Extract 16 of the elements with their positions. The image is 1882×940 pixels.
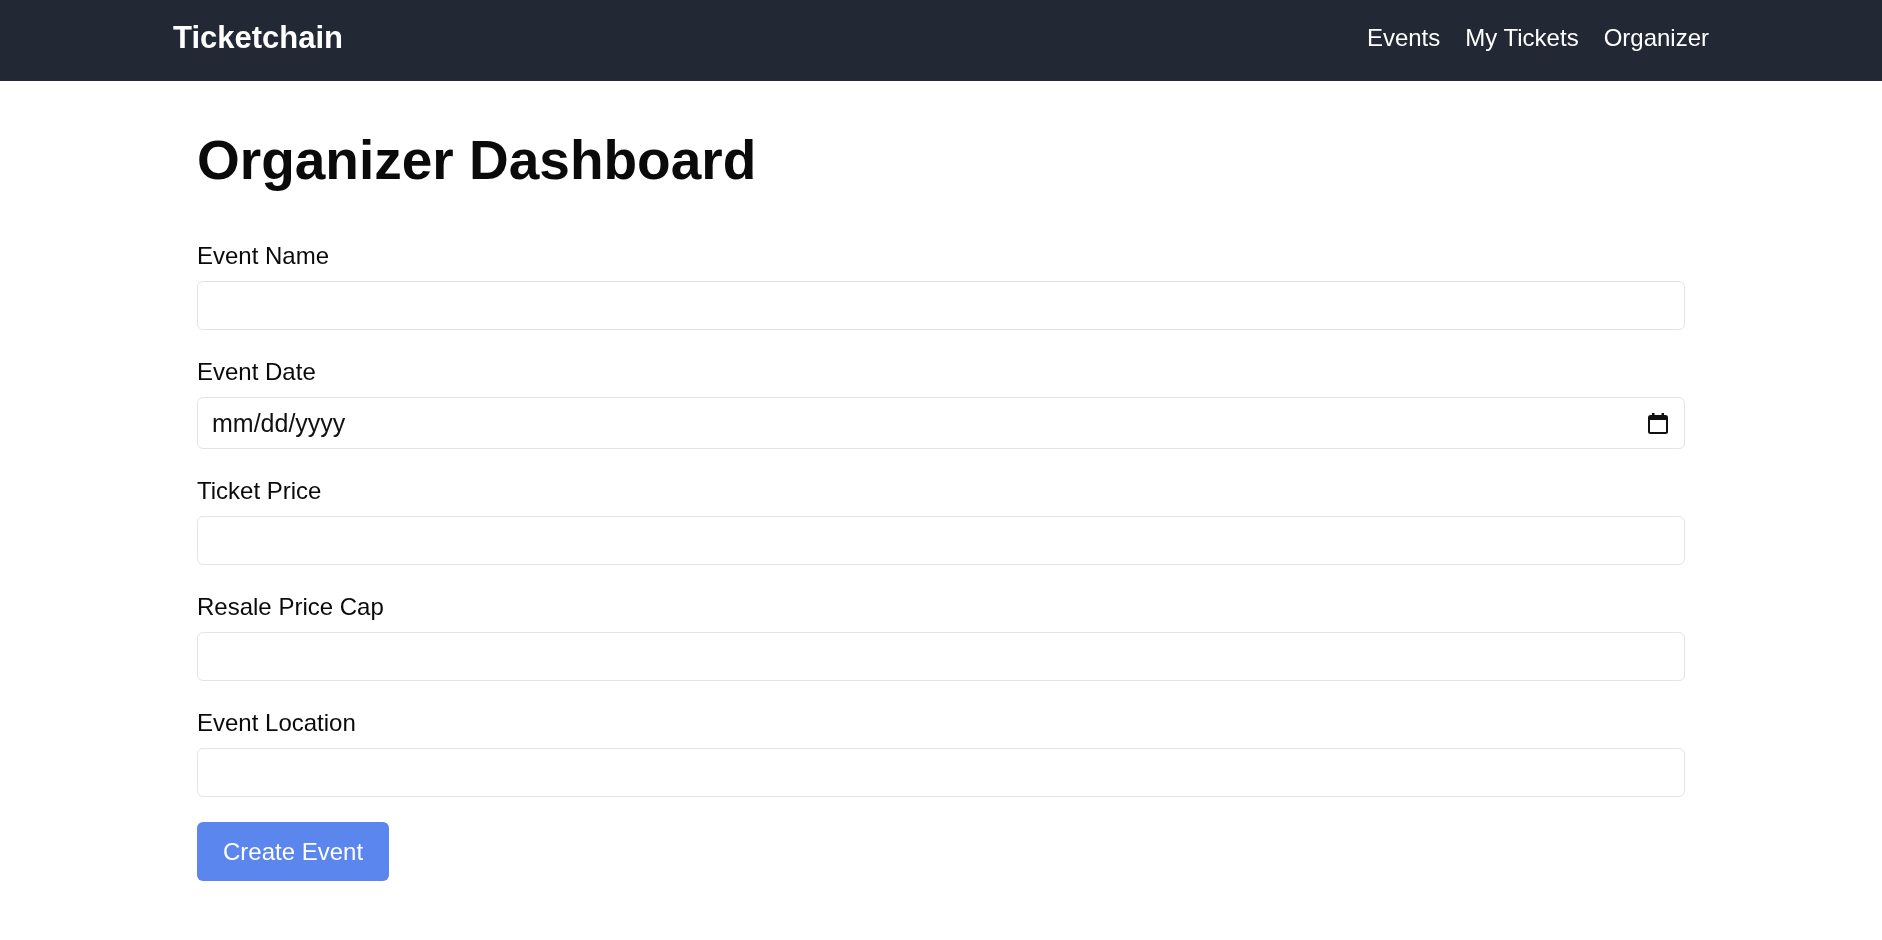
text-input-field[interactable] — [197, 516, 1685, 565]
text-input-field[interactable] — [197, 748, 1685, 797]
field-label: Event Name — [197, 241, 330, 271]
site-logo[interactable]: Ticketchain — [173, 19, 343, 56]
nav-link[interactable]: Events — [1366, 21, 1441, 54]
date-input-field[interactable]: mm/dd/yyyy — [197, 397, 1685, 449]
page-title: Organizer Dashboard — [197, 128, 758, 192]
text-input-field[interactable] — [197, 632, 1685, 681]
calendar-icon[interactable] — [1648, 412, 1668, 434]
text-input-field[interactable] — [197, 281, 1685, 330]
nav-link[interactable]: My Tickets — [1465, 21, 1579, 54]
nav-link[interactable]: Organizer — [1603, 21, 1709, 54]
field-label: Ticket Price — [197, 476, 322, 506]
field-label: Event Location — [197, 708, 356, 738]
field-label: Event Date — [197, 357, 316, 387]
field-label: Resale Price Cap — [197, 592, 384, 622]
